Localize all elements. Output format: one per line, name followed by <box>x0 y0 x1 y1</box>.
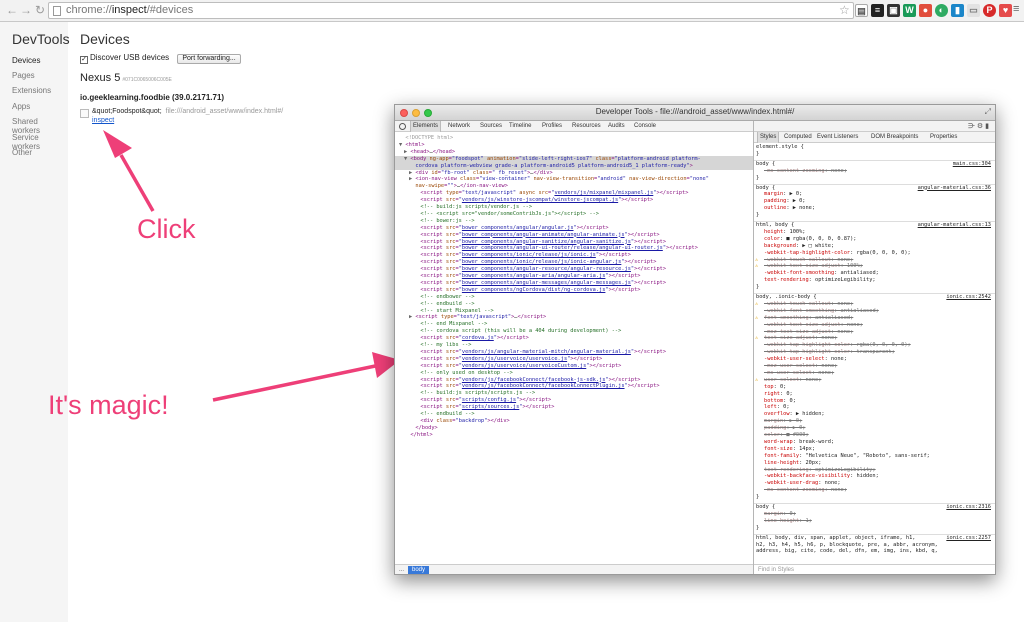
tab-elements[interactable]: Elements <box>410 121 442 132</box>
tab-console[interactable]: Console <box>634 121 656 132</box>
tab-timeline[interactable]: Timeline <box>509 121 531 132</box>
tab-audits[interactable]: Audits <box>608 121 625 132</box>
style-text: } <box>756 212 760 219</box>
tab-event-listeners[interactable]: Event Listeners <box>817 132 858 143</box>
find-in-styles-input[interactable]: Find in Styles <box>754 564 995 574</box>
breadcrumb: ... body <box>395 564 753 574</box>
arrow-to-devtools <box>212 363 381 402</box>
arrow-to-inspect <box>119 154 155 212</box>
style-source-link[interactable]: angular-material.css:36 <box>918 185 991 192</box>
styles-tabbar: Styles Computed Event Listeners DOM Brea… <box>754 132 995 143</box>
inspect-element-icon[interactable] <box>399 123 406 130</box>
elements-tree[interactable]: <!DOCTYPE html> ▼ <html> ▶ <head>…</head> ▼… <box>395 132 753 564</box>
arrow-head-inspect <box>103 130 132 158</box>
tab-sources[interactable]: Sources <box>480 121 502 132</box>
style-text: address, big, cite, code, del, dfn, em, … <box>756 548 938 553</box>
style-text: } <box>756 150 760 157</box>
annotation-click: Click <box>137 214 196 244</box>
style-source-link[interactable]: ionic.css:2542 <box>946 294 991 301</box>
breadcrumb-body[interactable]: body <box>408 566 430 574</box>
settings-gear-icon[interactable]: ⚙ <box>977 123 983 130</box>
dom-node-line[interactable]: </html> <box>395 432 753 439</box>
devtools-titlebar: Developer Tools - file:///android_asset/… <box>395 105 995 121</box>
annotation-magic: It's magic! <box>48 390 169 420</box>
style-source-link[interactable]: ionic.css:2257 <box>946 535 991 542</box>
breadcrumb-ellipsis[interactable]: ... <box>399 565 404 574</box>
tab-resources[interactable]: Resources <box>572 121 601 132</box>
tab-properties[interactable]: Properties <box>930 132 957 143</box>
style-source-link[interactable]: ionic.css:2316 <box>946 504 991 511</box>
style-source-link[interactable]: main.css:304 <box>953 161 991 168</box>
style-text: } <box>756 524 760 531</box>
tab-profiles[interactable]: Profiles <box>542 121 562 132</box>
tab-styles[interactable]: Styles <box>757 132 780 143</box>
style-source-link[interactable]: angular-material.css:13 <box>918 222 991 229</box>
tab-network[interactable]: Network <box>448 121 470 132</box>
devtools-tabbar: Elements Network Sources Timeline Profil… <box>395 121 995 132</box>
style-text: } <box>756 174 760 181</box>
style-text: } <box>756 494 760 501</box>
tab-computed[interactable]: Computed <box>784 132 812 143</box>
tab-dom-breakpoints[interactable]: DOM Breakpoints <box>871 132 918 143</box>
styles-rules[interactable]: element.style {} body {main.css:304 -ms-co… <box>754 143 995 553</box>
fullscreen-icon[interactable]: ⤢ <box>985 107 991 117</box>
style-text: } <box>756 284 760 291</box>
dock-icon[interactable]: ⋺ <box>968 123 975 130</box>
devtools-window-title: Developer Tools - file:///android_asset/… <box>595 107 795 116</box>
device-mode-icon[interactable]: ▮ <box>985 123 989 130</box>
developer-tools-window: Developer Tools - file:///android_asset/… <box>394 104 996 575</box>
styles-pane: Styles Computed Event Listeners DOM Brea… <box>754 132 995 574</box>
